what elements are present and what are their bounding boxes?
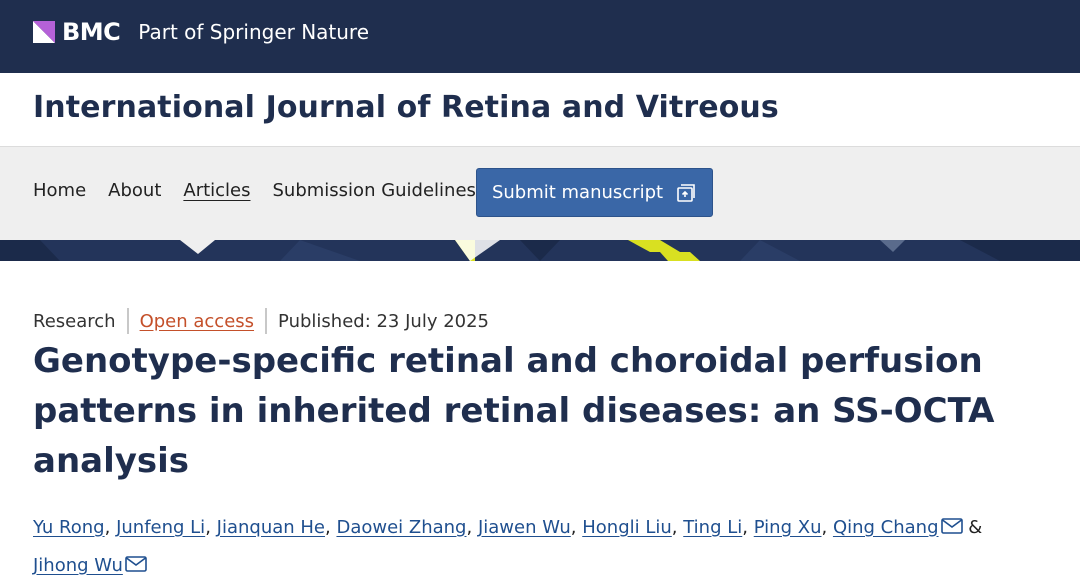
author-separator: , [742, 517, 754, 538]
site-header: BMC Part of Springer Nature [0, 0, 1080, 73]
journal-title[interactable]: International Journal of Retina and Vitr… [33, 90, 779, 125]
nav-links: Home About Articles Submission Guideline… [33, 180, 498, 201]
nav-item-home[interactable]: Home [33, 180, 86, 201]
author-link[interactable]: Jiawen Wu [478, 517, 571, 538]
bmc-logo-mark-icon [33, 21, 55, 43]
author-last-separator: & [968, 517, 983, 538]
meta-divider [265, 308, 268, 334]
author-link[interactable]: Ping Xu [754, 517, 822, 538]
submit-manuscript-button[interactable]: Submit manuscript [476, 168, 713, 217]
author-separator: , [466, 517, 478, 538]
author-link[interactable]: Ting Li [683, 517, 742, 538]
external-link-icon [675, 182, 697, 204]
author-separator: , [205, 517, 217, 538]
mail-icon[interactable] [940, 510, 963, 534]
author-list: Yu Rong, Junfeng Li, Jianquan He, Daowei… [33, 509, 1073, 585]
journal-nav: Home About Articles Submission Guideline… [0, 147, 1080, 240]
author-separator: , [821, 517, 833, 538]
open-access-link[interactable]: Open access [140, 311, 254, 332]
author-link[interactable]: Daowei Zhang [336, 517, 466, 538]
journal-band: International Journal of Retina and Vitr… [0, 73, 1080, 147]
author-link[interactable]: Qing Chang [833, 517, 939, 538]
nav-item-about[interactable]: About [108, 180, 161, 201]
author-separator: , [671, 517, 684, 538]
author-link[interactable]: Jianquan He [217, 517, 325, 538]
brand-name: BMC [62, 18, 121, 46]
article-type: Research [33, 310, 116, 332]
submit-manuscript-label: Submit manuscript [491, 182, 664, 203]
meta-divider [126, 308, 129, 334]
author-separator: , [570, 517, 583, 538]
author-separator: , [325, 517, 337, 538]
nav-item-articles[interactable]: Articles [183, 180, 250, 201]
bmc-logo[interactable]: BMC Part of Springer Nature [33, 18, 370, 46]
mail-icon[interactable] [125, 548, 147, 572]
article-title: Genotype-specific retinal and choroidal … [33, 341, 995, 481]
author-link[interactable]: Hongli Liu [582, 517, 672, 538]
author-separator: , [104, 517, 117, 538]
author-link[interactable]: Jihong Wu [33, 555, 123, 576]
published-date: Published: 23 July 2025 [278, 310, 490, 332]
decorative-pattern-strip [0, 240, 1080, 261]
article-meta: Research Open access Published: 23 July … [33, 308, 489, 334]
nav-item-submission-guidelines[interactable]: Submission Guidelines [273, 180, 476, 201]
brand-subtitle: Part of Springer Nature [138, 20, 370, 44]
author-link[interactable]: Junfeng Li [116, 517, 205, 538]
author-link[interactable]: Yu Rong [33, 517, 105, 538]
